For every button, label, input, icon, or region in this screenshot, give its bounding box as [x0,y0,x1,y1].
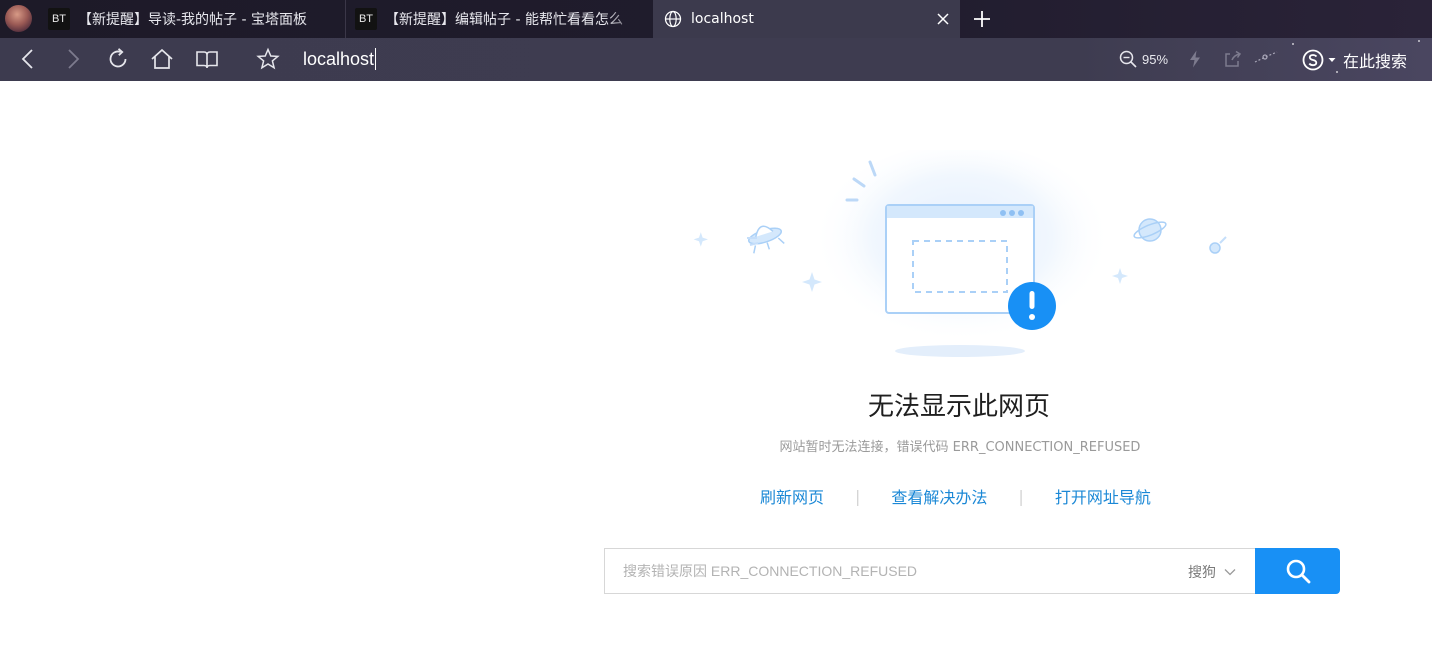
zoom-control[interactable]: 95% [1118,49,1168,69]
sparkle-decoration [1292,43,1294,45]
search-engine-label: 搜狗 [1188,565,1216,581]
new-tab-plus-icon[interactable] [970,7,994,31]
tab-title: 【新提醒】导读-我的帖子 - 宝塔面板 [78,12,308,28]
tab-2[interactable]: BT 【新提醒】编辑帖子 - 能帮忙看看怎么 [346,0,653,38]
share-icon[interactable] [1222,49,1242,69]
sogou-logo-icon [1302,49,1324,71]
screenshot-scissors-icon[interactable] [1251,48,1279,70]
search-button[interactable] [1255,548,1340,594]
toolbar: localhost 95% 在此搜索 [0,38,1432,81]
error-actions: 刷新网页 | 查看解决办法 | 打开网址导航 [760,484,1151,508]
back-arrow-icon[interactable] [16,47,40,71]
search-engine-select[interactable]: 搜狗 [1188,562,1236,582]
divider: | [1018,486,1024,506]
bt-favicon-icon: BT [48,8,70,30]
error-subtitle: 网站暂时无法连接，错误代码 ERR_CONNECTION_REFUSED [779,440,1141,455]
sparkle-decoration [1336,71,1338,73]
globe-icon [664,10,682,28]
error-search-box: 搜狗 [604,548,1256,594]
lightning-icon[interactable] [1185,49,1205,69]
chevron-down-icon [1224,569,1236,576]
search-label: 在此搜索 [1343,52,1408,71]
view-solutions-link[interactable]: 查看解决办法 [891,484,987,508]
search-engine-box[interactable]: 在此搜索 [1302,48,1407,72]
reading-mode-book-icon[interactable] [195,47,219,71]
forward-arrow-icon[interactable] [61,47,85,71]
tab-title: 【新提醒】编辑帖子 - 能帮忙看看怎么 [385,12,623,28]
open-url-navigation-link[interactable]: 打开网址导航 [1055,484,1151,508]
text-caret [375,48,377,70]
connection-error-illustration [693,150,1227,357]
refresh-icon[interactable] [106,47,130,71]
tab-3-active[interactable]: localhost [653,0,960,38]
search-icon [1286,559,1310,584]
bt-favicon-icon: BT [355,8,377,30]
tab-1[interactable]: BT 【新提醒】导读-我的帖子 - 宝塔面板 [40,0,346,38]
avatar[interactable] [5,5,32,32]
address-bar[interactable]: localhost [303,48,377,70]
error-title: 无法显示此网页 [867,392,1050,422]
search-input[interactable] [605,549,1165,593]
tab-strip: BT 【新提醒】导读-我的帖子 - 宝塔面板 BT 【新提醒】编辑帖子 - 能帮… [0,0,1432,38]
close-icon[interactable] [935,11,951,27]
chevron-down-icon [1328,58,1336,62]
favorite-star-icon[interactable] [256,47,280,71]
home-icon[interactable] [150,47,174,71]
zoom-out-magnifier-icon [1119,50,1137,68]
sparkle-decoration [1418,40,1420,42]
browser-window: BT 【新提醒】导读-我的帖子 - 宝塔面板 BT 【新提醒】编辑帖子 - 能帮… [0,0,1432,669]
address-text: localhost [303,48,375,69]
tab-title: localhost [691,11,754,27]
refresh-page-link[interactable]: 刷新网页 [760,484,824,508]
zoom-level: 95% [1142,51,1169,67]
divider: | [855,486,861,506]
